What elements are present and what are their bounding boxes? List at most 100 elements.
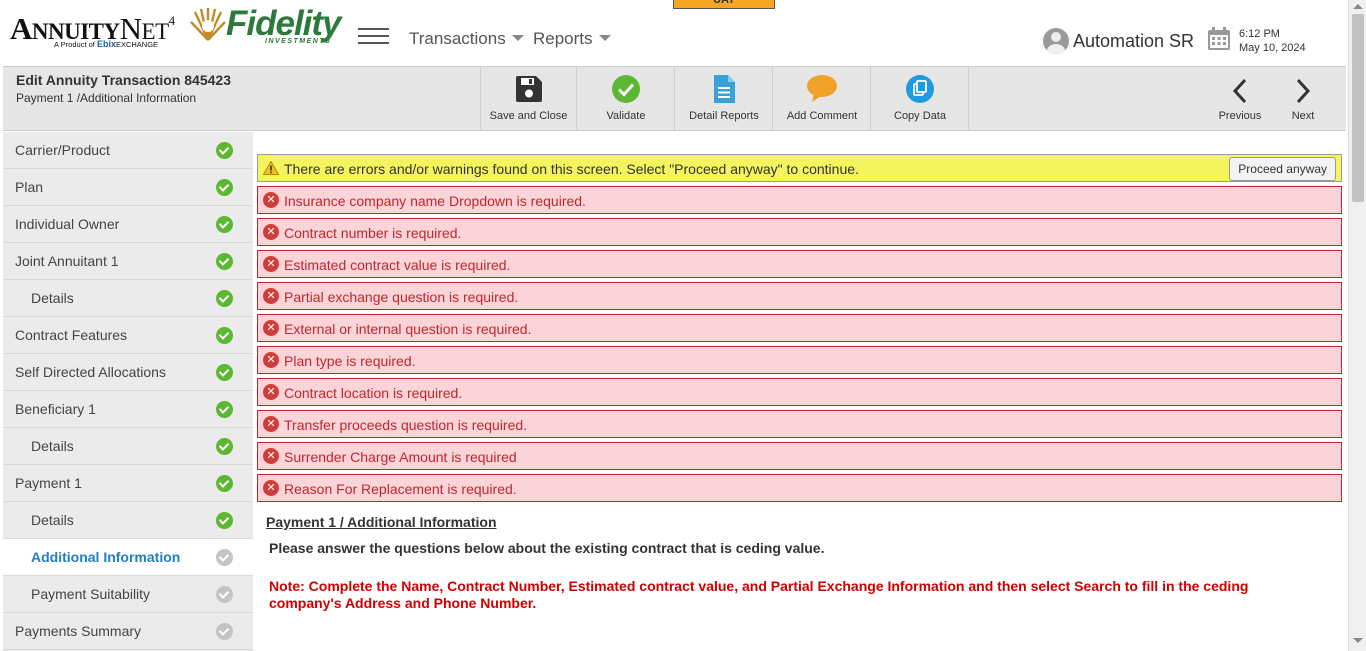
warning-text: There are errors and/or warnings found o… — [284, 161, 859, 177]
sidebar-item-joint-annuitant-details[interactable]: Details — [3, 280, 253, 317]
main-content: There are errors and/or warnings found o… — [253, 132, 1346, 651]
scroll-thumb[interactable] — [1352, 14, 1364, 202]
error-message: ✕ Contract number is required. — [257, 218, 1342, 246]
check-complete-icon — [216, 512, 233, 529]
check-complete-icon — [216, 438, 233, 455]
copy-data-button[interactable]: Copy Data — [872, 67, 969, 130]
user-name: Automation SR — [1073, 30, 1195, 51]
sidebar-item-label: Payments Summary — [15, 623, 142, 639]
menu-reports-label: Reports — [533, 29, 593, 48]
error-text: Reason For Replacement is required. — [284, 481, 517, 497]
error-x-icon: ✕ — [263, 256, 279, 272]
menu-transactions[interactable]: Transactions — [409, 29, 524, 49]
validate-button[interactable]: Validate — [578, 67, 675, 130]
error-text: External or internal question is require… — [284, 321, 532, 337]
user-avatar-icon — [1043, 28, 1069, 54]
section-title: Payment 1 / Additional Information — [266, 514, 497, 530]
fidelity-tagline: INVESTMENTS — [265, 38, 332, 45]
sidebar-item-payment-suitability[interactable]: Payment Suitability — [3, 576, 253, 613]
transaction-sidebar: Carrier/Product Plan Individual Owner Jo… — [3, 132, 253, 651]
sidebar-item-label: Details — [31, 512, 74, 528]
sidebar-item-contract-features[interactable]: Contract Features — [3, 317, 253, 354]
check-complete-icon — [216, 142, 233, 159]
error-text: Transfer proceeds question is required. — [284, 417, 528, 433]
chevron-right-icon — [1296, 78, 1311, 104]
add-comment-button[interactable]: Add Comment — [774, 67, 871, 130]
sidebar-item-individual-owner[interactable]: Individual Owner — [3, 206, 253, 243]
error-message: ✕ Surrender Charge Amount is required — [257, 442, 1342, 470]
error-message: ✕ Reason For Replacement is required. — [257, 474, 1342, 502]
error-message: ✕ Contract location is required. — [257, 378, 1342, 406]
sidebar-item-payment-1[interactable]: Payment 1 — [3, 465, 253, 502]
transaction-breadcrumb: Payment 1 /Additional Information — [16, 91, 197, 105]
comment-icon — [807, 75, 837, 102]
sidebar-item-payments-summary[interactable]: Payments Summary — [3, 613, 253, 650]
scroll-down-arrow-icon[interactable] — [1353, 638, 1363, 643]
fidelity-pyramid-icon — [190, 8, 226, 41]
sidebar-item-label: Additional Information — [31, 549, 181, 565]
fidelity-logo[interactable]: Fidelity INVESTMENTS — [190, 4, 352, 48]
sidebar-item-payment-details[interactable]: Details — [3, 502, 253, 539]
error-text: Partial exchange question is required. — [284, 289, 519, 305]
app-window: ANNUITYNET4 A Product of EbixEXCHANGE Fi… — [0, 0, 1366, 651]
annuitynet-logo[interactable]: ANNUITYNET4 A Product of EbixEXCHANGE — [10, 4, 180, 54]
error-text: Contract location is required. — [284, 385, 463, 401]
scroll-up-arrow-icon[interactable] — [1353, 4, 1363, 9]
error-x-icon: ✕ — [263, 192, 279, 208]
error-text: Surrender Charge Amount is required — [284, 449, 517, 465]
sidebar-item-label: Self Directed Allocations — [15, 364, 166, 380]
validate-check-icon — [612, 75, 640, 103]
proceed-anyway-button[interactable]: Proceed anyway — [1229, 157, 1336, 181]
sidebar-item-label: Individual Owner — [15, 216, 120, 232]
transaction-toolbar: Edit Annuity Transaction 845423 Payment … — [3, 66, 1346, 131]
check-incomplete-icon — [216, 623, 233, 640]
error-message: ✕ External or internal question is requir… — [257, 314, 1342, 342]
sidebar-item-label: Payment Suitability — [31, 586, 151, 602]
validate-label: Validate — [606, 110, 646, 122]
next-label: Next — [1291, 110, 1315, 122]
sidebar-item-additional-information[interactable]: Additional Information — [3, 539, 253, 576]
sidebar-item-beneficiary-1[interactable]: Beneficiary 1 — [3, 391, 253, 428]
error-x-icon: ✕ — [263, 352, 279, 368]
transaction-title: Edit Annuity Transaction 845423 — [16, 72, 231, 88]
time-text: 6:12 PM — [1239, 28, 1280, 40]
error-message: ✕ Estimated contract value is required. — [257, 250, 1342, 278]
save-icon — [515, 76, 542, 102]
menu-transactions-label: Transactions — [409, 29, 506, 48]
detail-reports-button[interactable]: Detail Reports — [676, 67, 773, 130]
check-complete-icon — [216, 364, 233, 381]
sidebar-item-carrier-product[interactable]: Carrier/Product — [3, 132, 253, 169]
menu-reports[interactable]: Reports — [533, 29, 611, 49]
error-message: ✕ Insurance company name Dropdown is requ… — [257, 186, 1342, 214]
note-text: Note: Complete the Name, Contract Number… — [269, 578, 1249, 611]
caret-down-icon — [598, 35, 611, 41]
previous-button[interactable]: Previous — [1211, 67, 1269, 130]
user-menu[interactable]: Automation SR — [1043, 28, 1194, 54]
sidebar-item-self-directed-allocations[interactable]: Self Directed Allocations — [3, 354, 253, 391]
sidebar-item-plan[interactable]: Plan — [3, 169, 253, 206]
sidebar-item-beneficiary-details[interactable]: Details — [3, 428, 253, 465]
save-and-close-button[interactable]: Save and Close — [480, 67, 577, 130]
error-x-icon: ✕ — [263, 448, 279, 464]
document-icon — [714, 75, 735, 103]
caret-down-icon — [511, 35, 524, 41]
date-text: May 10, 2024 — [1239, 42, 1306, 54]
error-x-icon: ✕ — [263, 224, 279, 240]
detail-reports-label: Detail Reports — [689, 110, 759, 122]
copy-data-label: Copy Data — [894, 110, 946, 122]
sidebar-item-joint-annuitant-1[interactable]: Joint Annuitant 1 — [3, 243, 253, 280]
sidebar-item-label: Details — [31, 290, 74, 306]
sidebar-item-label: Beneficiary 1 — [15, 401, 96, 417]
annuitynet-tagline: A Product of EbixEXCHANGE — [54, 39, 159, 49]
vertical-scrollbar[interactable] — [1348, 0, 1366, 651]
save-and-close-label: Save and Close — [489, 110, 568, 122]
error-message: ✕ Plan type is required. — [257, 346, 1342, 374]
error-x-icon: ✕ — [263, 384, 279, 400]
next-button[interactable]: Next — [1274, 67, 1332, 130]
warning-icon — [263, 161, 279, 175]
hamburger-menu-icon[interactable] — [358, 28, 389, 46]
sidebar-item-label: Contract Features — [15, 327, 128, 343]
sidebar-item-label: Carrier/Product — [15, 142, 110, 158]
sidebar-item-label: Details — [31, 438, 74, 454]
error-text: Insurance company name Dropdown is requi… — [284, 193, 586, 209]
